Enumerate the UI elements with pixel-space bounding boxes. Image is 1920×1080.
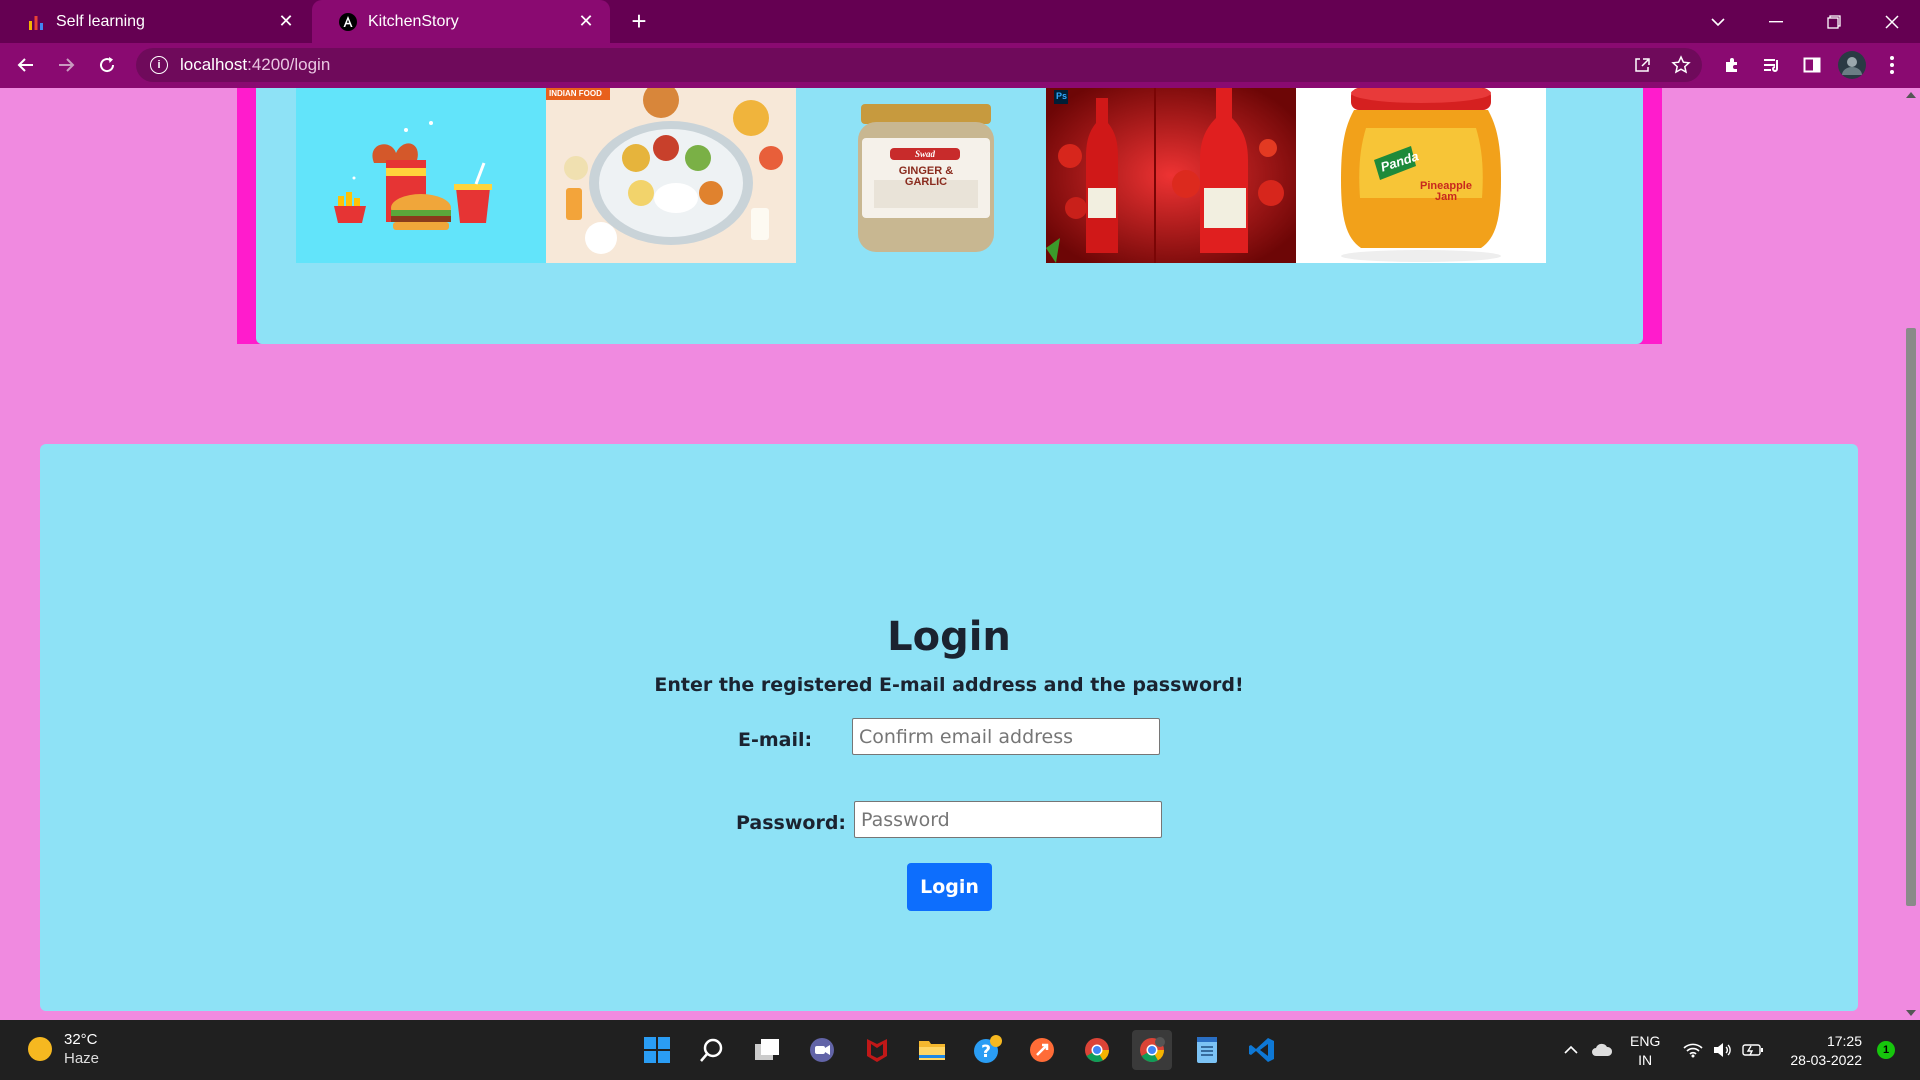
new-tab-button[interactable]: +: [624, 6, 654, 36]
search-icon[interactable]: [692, 1030, 732, 1070]
jam-label: Pineapple Jam: [1420, 180, 1472, 203]
indian-food-badge: INDIAN FOOD: [549, 89, 602, 98]
postman-icon[interactable]: [1022, 1030, 1062, 1070]
mcafee-icon[interactable]: [857, 1030, 897, 1070]
tab-title: Self learning: [56, 12, 145, 30]
login-card: Login Enter the registered E-mail addres…: [40, 444, 1858, 1011]
profile-avatar[interactable]: [1836, 49, 1868, 81]
weather-condition: Haze: [64, 1050, 100, 1067]
chrome-profile-icon[interactable]: [1132, 1030, 1172, 1070]
extensions-icon[interactable]: [1716, 49, 1748, 81]
notification-badge[interactable]: 1: [1877, 1041, 1895, 1059]
media-queue-icon[interactable]: [1756, 49, 1788, 81]
reload-button[interactable]: [91, 49, 123, 81]
weather-temperature: 32°C: [64, 1031, 98, 1048]
minimize-button[interactable]: [1748, 0, 1804, 43]
teams-chat-icon[interactable]: [802, 1030, 842, 1070]
language-code: ENG: [1630, 1033, 1661, 1049]
jar-brand: Swad: [914, 149, 935, 159]
restore-button[interactable]: [1806, 0, 1862, 43]
language-indicator[interactable]: ENG IN: [1630, 1032, 1660, 1070]
battery-icon[interactable]: [1742, 1020, 1764, 1080]
indian-thali-image: INDIAN FOOD: [546, 88, 796, 263]
bookmark-star-icon[interactable]: [1665, 49, 1697, 81]
fast-food-image: [296, 88, 546, 263]
scroll-up-icon[interactable]: [1906, 92, 1916, 98]
carousel-inner: INDIAN FOOD Swad GINGER & GARLIC Ps Pand…: [256, 88, 1643, 344]
chrome-icon[interactable]: [1077, 1030, 1117, 1070]
login-button[interactable]: Login: [907, 863, 992, 911]
weather-widget[interactable]: 32°C Haze: [28, 1030, 99, 1068]
task-view-icon[interactable]: [747, 1030, 787, 1070]
wifi-icon[interactable]: [1683, 1020, 1703, 1080]
onedrive-cloud-icon[interactable]: [1591, 1020, 1613, 1080]
site-info-icon[interactable]: i: [150, 56, 168, 74]
login-heading: Login: [887, 614, 1011, 660]
tab-search-icon[interactable]: [1690, 0, 1746, 43]
url-path: :4200/login: [247, 55, 331, 74]
page-scrollbar[interactable]: [1902, 88, 1920, 1020]
photoshop-badge: Ps: [1056, 91, 1068, 101]
tab-self-learning[interactable]: Self learning ✕: [0, 0, 310, 43]
bar-chart-icon: [26, 12, 46, 32]
clock-time: 17:25: [1826, 1033, 1862, 1049]
browser-tab-strip: Self learning ✕ KitchenStory ✕ +: [0, 0, 1920, 43]
browser-toolbar: i localhost:4200/login: [0, 43, 1920, 88]
url-host: localhost: [180, 55, 248, 74]
scrollbar-thumb[interactable]: [1906, 328, 1916, 906]
svg-text:?: ?: [981, 1042, 991, 1062]
system-clock[interactable]: 17:25 28-03-2022: [1778, 1032, 1862, 1070]
side-panel-icon[interactable]: [1796, 49, 1828, 81]
file-explorer-icon[interactable]: [912, 1030, 952, 1070]
address-bar[interactable]: i localhost:4200/login: [136, 48, 1702, 82]
windows-taskbar: 32°C Haze ? ENG IN 17:25 28-03-2022 1: [0, 1020, 1920, 1080]
help-icon[interactable]: ?: [967, 1030, 1007, 1070]
more-menu-icon[interactable]: [1876, 49, 1908, 81]
clock-date: 28-03-2022: [1790, 1052, 1862, 1068]
start-menu-icon[interactable]: [637, 1030, 677, 1070]
email-label: E-mail:: [738, 729, 813, 751]
ketchup-image: Ps: [1046, 88, 1296, 263]
tab-kitchenstory[interactable]: KitchenStory ✕: [312, 0, 610, 43]
close-window-button[interactable]: [1864, 0, 1920, 43]
close-tab-icon[interactable]: ✕: [576, 11, 596, 32]
show-hidden-icons-chevron[interactable]: [1563, 1020, 1579, 1080]
login-instructions: Enter the registered E-mail address and …: [654, 674, 1244, 696]
sun-icon: [28, 1037, 52, 1061]
password-label: Password:: [736, 812, 847, 834]
share-icon[interactable]: [1626, 49, 1658, 81]
email-field[interactable]: [852, 718, 1160, 755]
forward-button[interactable]: [50, 49, 82, 81]
page-viewport: INDIAN FOOD Swad GINGER & GARLIC Ps Pand…: [0, 88, 1920, 1020]
scroll-down-icon[interactable]: [1906, 1010, 1916, 1016]
pineapple-jam-image: Panda Pineapple Jam: [1296, 88, 1546, 263]
volume-icon[interactable]: [1712, 1020, 1732, 1080]
back-button[interactable]: [10, 49, 42, 81]
ginger-garlic-jar-image: Swad GINGER & GARLIC: [796, 88, 1046, 263]
password-field[interactable]: [854, 801, 1162, 838]
jar-label: GINGER & GARLIC: [898, 165, 954, 188]
region-code: IN: [1638, 1052, 1653, 1068]
tab-title: KitchenStory: [368, 12, 459, 30]
product-carousel: INDIAN FOOD Swad GINGER & GARLIC Ps Pand…: [237, 88, 1662, 344]
close-tab-icon[interactable]: ✕: [276, 11, 296, 32]
vscode-icon[interactable]: [1242, 1030, 1282, 1070]
notepad-icon[interactable]: [1187, 1030, 1227, 1070]
angular-icon: [338, 12, 358, 32]
